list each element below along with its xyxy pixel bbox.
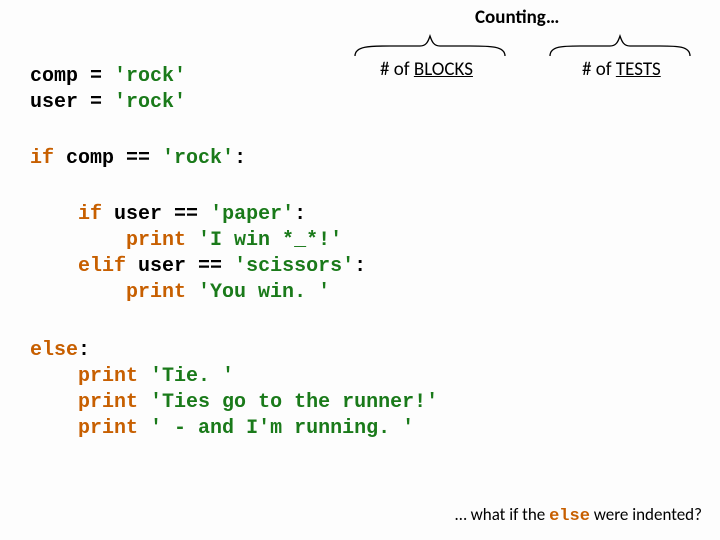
blocks-prefix: # of xyxy=(380,58,414,81)
code-l8b: : xyxy=(78,339,90,362)
code-l3a: if xyxy=(30,147,54,170)
code-l4b: if xyxy=(78,203,102,226)
code-l8a: else xyxy=(30,339,78,362)
code-l3b: comp == xyxy=(54,147,162,170)
code-if-comp: if comp == 'rock': xyxy=(30,120,246,172)
code-l4c: user == xyxy=(102,203,210,226)
footnote-else-kw: else xyxy=(549,507,590,526)
code-l10d: 'Ties go to the runner!' xyxy=(150,391,438,414)
tests-label: # of TESTS xyxy=(582,58,661,81)
code-l5b: print xyxy=(126,229,186,252)
code-l7c xyxy=(186,281,198,304)
footnote: … what if the else were indented? xyxy=(455,504,702,526)
blocks-word: BLOCKS xyxy=(414,58,473,81)
code-l6a xyxy=(30,255,78,278)
code-assignments: comp = 'rock' user = 'rock' xyxy=(30,38,186,116)
code-l7a xyxy=(30,281,126,304)
counting-heading: Counting… xyxy=(475,6,559,29)
code-l3c: 'rock' xyxy=(162,147,234,170)
brace-blocks xyxy=(350,30,510,58)
code-l6e: : xyxy=(354,255,366,278)
code-l11c xyxy=(138,417,150,440)
code-l9d: 'Tie. ' xyxy=(150,365,234,388)
footnote-prefix: … what if the xyxy=(455,504,549,525)
code-l5c xyxy=(186,229,198,252)
code-l10b: print xyxy=(78,391,138,414)
tests-word: TESTS xyxy=(616,58,661,81)
code-l11b: print xyxy=(78,417,138,440)
code-l6d: 'scissors' xyxy=(234,255,354,278)
brace-tests xyxy=(545,30,695,58)
code-l2b: 'rock' xyxy=(114,91,186,114)
code-l10c xyxy=(138,391,150,414)
code-l7b: print xyxy=(126,281,186,304)
blocks-label: # of BLOCKS xyxy=(380,58,473,81)
code-l4e: : xyxy=(294,203,306,226)
code-l5a xyxy=(30,229,126,252)
code-l6c: user == xyxy=(126,255,234,278)
code-l2a: user = xyxy=(30,91,114,114)
code-l9a xyxy=(30,365,78,388)
code-l3d: : xyxy=(234,147,246,170)
code-l5d: 'I win *_*!' xyxy=(198,229,342,252)
tests-prefix: # of xyxy=(582,58,616,81)
code-l11d: ' - and I'm running. ' xyxy=(150,417,414,440)
code-l4d: 'paper' xyxy=(210,203,294,226)
code-l1b: 'rock' xyxy=(114,65,186,88)
code-l1a: comp = xyxy=(30,65,114,88)
code-else-block: else: print 'Tie. ' print 'Ties go to th… xyxy=(30,312,438,442)
code-l7d: 'You win. ' xyxy=(198,281,330,304)
code-l9b: print xyxy=(78,365,138,388)
code-l9c xyxy=(138,365,150,388)
code-l6b: elif xyxy=(78,255,126,278)
code-inner-block: if user == 'paper': print 'I win *_*!' e… xyxy=(30,176,366,306)
code-l11a xyxy=(30,417,78,440)
code-l10a xyxy=(30,391,78,414)
footnote-suffix: were indented? xyxy=(590,504,702,525)
code-l4a xyxy=(30,203,78,226)
